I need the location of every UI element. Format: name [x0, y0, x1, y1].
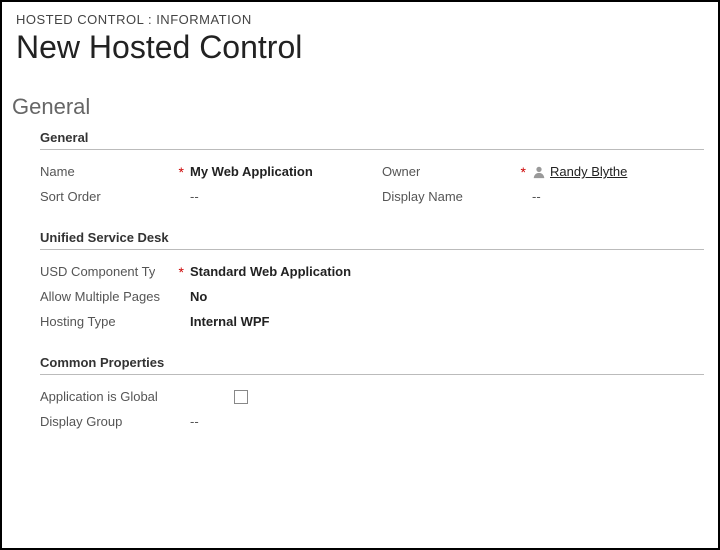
form-frame: HOSTED CONTROL : INFORMATION New Hosted … [0, 0, 720, 550]
label-name: Name [40, 164, 75, 179]
field-display-name[interactable]: -- [532, 189, 704, 204]
section-header-usd: Unified Service Desk [40, 230, 704, 250]
label-hosting-type: Hosting Type [40, 314, 116, 329]
field-display-group[interactable]: -- [190, 414, 704, 429]
label-allow-multiple: Allow Multiple Pages [40, 289, 160, 304]
required-marker: * [179, 264, 184, 280]
person-icon [532, 165, 546, 179]
field-hosting-type[interactable]: Internal WPF [190, 314, 704, 329]
section-common: Common Properties Application is Global … [40, 355, 704, 429]
tab-general[interactable]: General [12, 94, 704, 120]
section-header-common: Common Properties [40, 355, 704, 375]
field-allow-multiple[interactable]: No [190, 289, 704, 304]
section-usd: Unified Service Desk USD Component Ty * … [40, 230, 704, 329]
label-sort-order: Sort Order [40, 189, 101, 204]
page-title: New Hosted Control [16, 29, 704, 66]
breadcrumb: HOSTED CONTROL : INFORMATION [16, 12, 704, 27]
owner-name[interactable]: Randy Blythe [550, 164, 627, 179]
field-sort-order[interactable]: -- [190, 189, 362, 204]
checkbox-app-global[interactable] [234, 390, 248, 404]
required-marker: * [179, 164, 184, 180]
field-owner[interactable]: Randy Blythe [532, 164, 704, 179]
label-owner: Owner [382, 164, 420, 179]
required-marker: * [521, 164, 526, 180]
label-display-name: Display Name [382, 189, 463, 204]
section-general: General Name * My Web Application Owner … [40, 130, 704, 204]
label-app-global: Application is Global [40, 389, 158, 404]
field-name[interactable]: My Web Application [190, 164, 362, 179]
label-display-group: Display Group [40, 414, 122, 429]
section-header-general: General [40, 130, 704, 150]
field-component-type[interactable]: Standard Web Application [190, 264, 704, 279]
label-component-type: USD Component Ty [40, 264, 155, 279]
